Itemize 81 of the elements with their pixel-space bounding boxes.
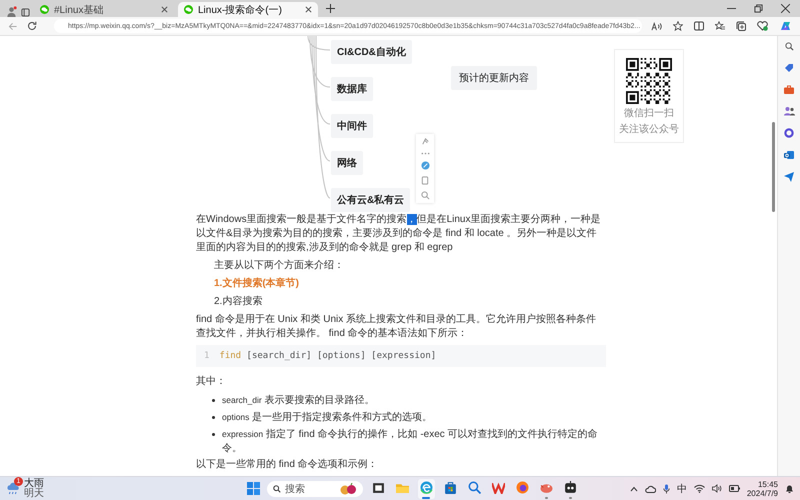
search-field[interactable]: 搜索 [266,480,363,496]
fox-globe-icon [516,480,529,494]
line-number: 1 [204,351,210,361]
collections-icon[interactable] [736,21,746,31]
volume-icon[interactable] [712,484,722,493]
start-icon[interactable] [246,482,260,495]
fruit-drawing [338,482,357,494]
mindmap-node: 预计的更新内容 [451,66,537,90]
search-icon [272,484,281,492]
chat-bubble-icon [40,5,49,14]
body-paragraph: 以下是一些常用的 find 命令选项和示例： [196,458,379,472]
copilot-icon[interactable] [779,20,792,32]
bullet-icon [212,433,215,436]
close-tab-button[interactable] [305,6,312,13]
profile-icon [6,6,17,17]
close-tab-button[interactable] [161,6,168,13]
favorites-icon[interactable] [715,21,725,31]
clock[interactable]: 15:45 2024/7/9 [746,480,778,498]
task-view-icon [372,480,385,494]
store-icon [444,480,457,494]
mindmap-node: 公有云&私有云 [331,188,410,212]
mindmap-node: 数据库 [331,77,373,101]
scrollbar-thumb[interactable] [772,122,775,212]
mindmap-node: 中间件 [331,114,373,138]
close-icon [161,6,168,13]
bullet-icon [212,399,215,402]
chat-bubble-icon [184,5,193,14]
lead-text: 主要从以下两个方面来介绍： [213,259,345,273]
reload-icon[interactable] [27,21,37,31]
section-item: 1.文件搜索(本章节) [213,277,300,291]
chevron-up-icon[interactable] [630,486,638,492]
browser-tab[interactable]: Linux-搜索命令(一) [178,2,318,17]
favorite-star-icon[interactable] [673,21,683,31]
running-indicator [568,496,572,498]
running-indicator [544,496,548,498]
heart-pulse-icon[interactable] [757,21,768,31]
body-paragraph: find 命令是用于在 Unix 和类 Unix 系统上搜索文件和目录的工具。它允许用户按照各种条件查找文件，并执行相关操作。 find 命令的基本语法如下所示： [196,313,598,341]
battery-icon[interactable] [728,485,740,492]
mindmap-node: 网络 [331,151,363,175]
browser-tab[interactable]: #Linux基础 [34,2,174,17]
edit-circle-icon[interactable] [420,161,430,170]
microphone-icon[interactable] [662,484,670,494]
weather-day: 明天 [24,488,44,498]
robot-icon [564,480,577,494]
list-item-text: search_dir 表示要搜索的目录路径。 [222,394,374,408]
list-item-text: expression 指定了 find 命令执行的操作，比如 -exec 可以对查找到的文件执行特定的命令。 [222,428,599,456]
tag-icon[interactable] [784,63,794,73]
rain-cloud-icon [6,482,20,496]
bullet-icon [212,416,215,419]
read-aloud-icon[interactable] [651,22,662,30]
mindmap-node: CI&CD&自动化 [331,40,412,64]
send-icon[interactable] [784,172,794,182]
weather-condition: 大雨 [24,478,44,488]
mail-icon[interactable] [784,150,794,160]
browser-icon [420,480,433,494]
wifi-icon[interactable] [694,484,705,493]
qr-code-drawing [626,58,672,104]
copy-icon[interactable] [421,176,429,185]
more-icon[interactable] [420,152,430,155]
running-indicator [422,496,430,498]
search-icon[interactable] [784,42,794,51]
input-method-indicator[interactable]: 中 [676,482,687,496]
list-heading: 其中： [196,375,227,389]
toolbox-icon[interactable] [784,85,794,94]
tab-list-icon[interactable] [21,8,30,17]
caption-text: 微信扫一扫 [624,108,674,120]
new-tab-icon[interactable] [326,4,335,13]
split-screen-icon[interactable] [694,21,704,31]
close-icon[interactable] [781,4,790,13]
people-icon[interactable] [784,106,794,116]
list-item-text: options 是一些用于指定搜索条件和方式的选项。 [222,410,432,425]
code-line: find [search_dir] [options] [expression] [219,351,436,361]
ring-logo-icon[interactable] [784,128,794,138]
bell-icon[interactable] [785,484,794,494]
search-icon [468,480,481,494]
restore-icon[interactable] [754,4,763,13]
cloud-icon[interactable] [644,484,656,492]
close-icon [305,6,312,13]
caption-text: 关注该公众号 [619,124,679,136]
w-logo-icon [492,480,505,494]
section-item: 2.内容搜索 [213,295,264,309]
